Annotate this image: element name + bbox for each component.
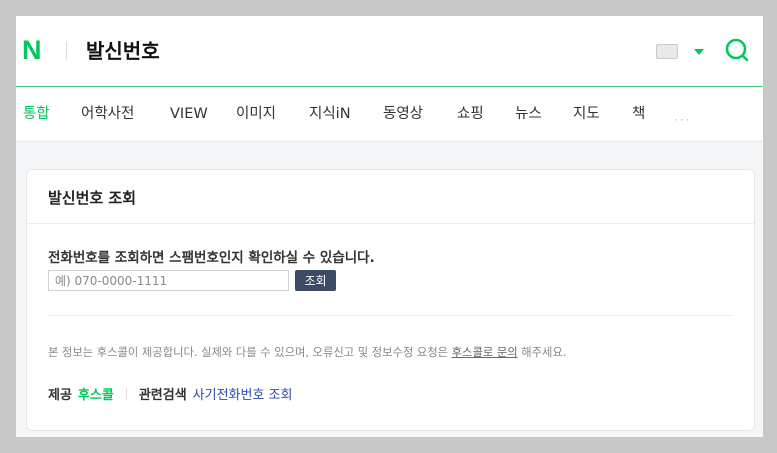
- lookup-button[interactable]: 조회: [295, 270, 336, 291]
- provider-label: 제공: [48, 388, 72, 403]
- card-footer: 제공 후스콜 관련검색 사기전화번호 조회: [48, 384, 292, 403]
- notice-text: 본 정보는 후스콜이 제공합니다. 실제와 다를 수 있으며, 오류신고 및 정…: [48, 346, 452, 359]
- chevron-down-icon[interactable]: [694, 49, 704, 55]
- related-search-label: 관련검색: [138, 388, 187, 403]
- provider-link[interactable]: 후스콜: [78, 388, 114, 403]
- related-search-link[interactable]: 사기전화번호 조회: [193, 388, 293, 403]
- tab-map[interactable]: 지도: [573, 105, 600, 123]
- tab-book[interactable]: 책: [632, 105, 645, 123]
- search-query-text[interactable]: 발신번호: [86, 36, 160, 66]
- provider-notice: 본 정보는 후스콜이 제공합니다. 실제와 다를 수 있으며, 오류신고 및 정…: [48, 344, 566, 360]
- keyboard-icon[interactable]: [656, 44, 678, 59]
- card-title: 발신번호 조회: [48, 189, 137, 207]
- card-divider: [27, 223, 754, 224]
- tab-images[interactable]: 이미지: [236, 105, 276, 123]
- card-description: 전화번호를 조회하면 스팸번호인지 확인하실 수 있습니다.: [48, 250, 375, 266]
- card-divider-2: [48, 315, 733, 316]
- phone-number-input[interactable]: [48, 270, 289, 291]
- tab-video[interactable]: 동영상: [383, 105, 423, 123]
- tab-dictionary[interactable]: 어학사전: [81, 105, 134, 123]
- search-tabs: 통합 어학사전 VIEW 이미지 지식iN 동영상 쇼핑 뉴스 지도 책 ···: [16, 87, 763, 142]
- tab-shopping[interactable]: 쇼핑: [457, 105, 484, 123]
- header-divider: [66, 42, 67, 60]
- inquiry-link[interactable]: 후스콜로 문의: [452, 346, 518, 359]
- tab-news[interactable]: 뉴스: [515, 105, 542, 123]
- search-result-page: N 발신번호 통합 어학사전 VIEW 이미지 지식iN 동영상 쇼핑 뉴스 지…: [16, 16, 763, 437]
- footer-divider: [125, 387, 127, 400]
- tab-integrated[interactable]: 통합: [23, 105, 50, 123]
- tab-view[interactable]: VIEW: [170, 105, 208, 123]
- search-icon[interactable]: [724, 37, 750, 63]
- tab-kin[interactable]: 지식iN: [309, 105, 351, 123]
- search-header: N 발신번호: [16, 16, 763, 87]
- caller-lookup-card: 발신번호 조회 전화번호를 조회하면 스팸번호인지 확인하실 수 있습니다. 조…: [26, 169, 755, 431]
- more-tabs-icon[interactable]: ···: [674, 113, 691, 127]
- notice-text-end: 해주세요.: [517, 346, 567, 359]
- naver-logo[interactable]: N: [22, 36, 50, 64]
